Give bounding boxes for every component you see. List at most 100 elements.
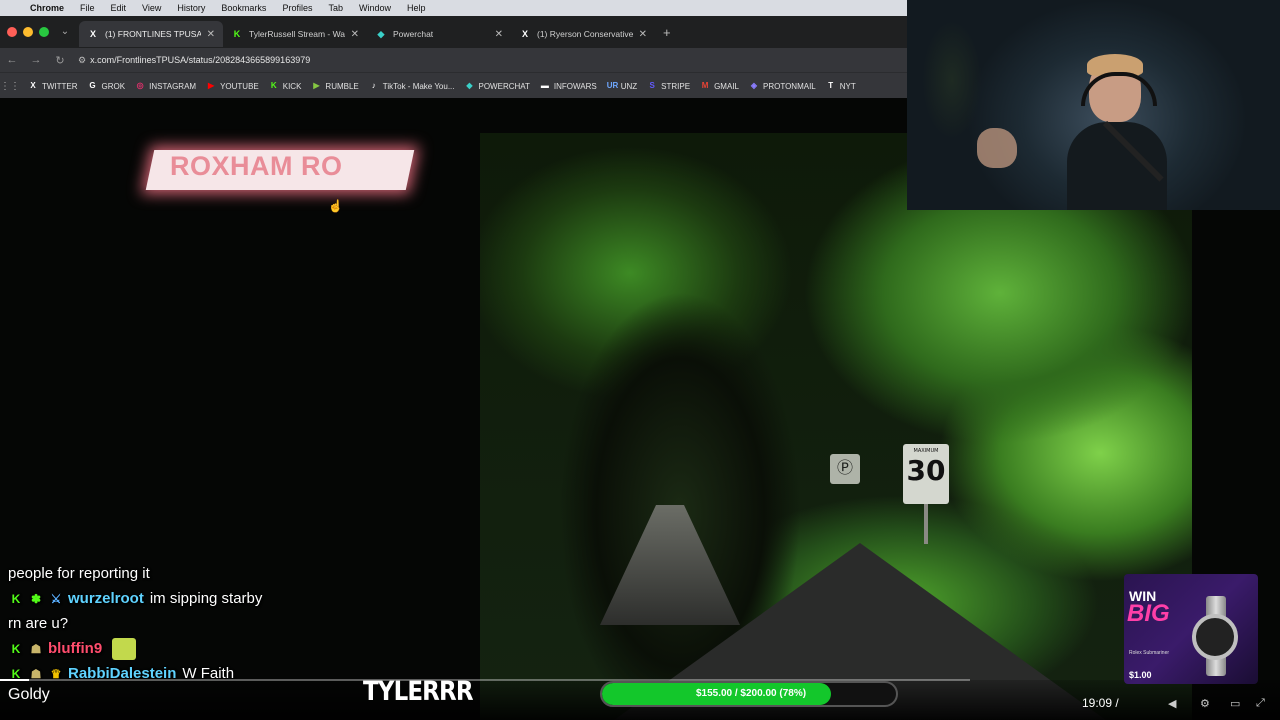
new-tab-button[interactable]: +	[663, 25, 671, 40]
bookmark-twitter[interactable]: X TWITTER	[28, 81, 78, 91]
url-field[interactable]: x.com/FrontlinesTPUSA/status/20828436658…	[90, 55, 310, 65]
chat-text: im sipping starby	[149, 590, 263, 607]
bookmark-favicon-icon: UR	[606, 81, 619, 90]
chat-message: K ☗ bluffin9	[8, 636, 262, 661]
donation-goal-text: $155.00 / $200.00 (78%)	[695, 688, 807, 699]
bookmark-favicon-icon: X	[30, 81, 36, 90]
window-controls	[0, 27, 57, 37]
tab-powerchat[interactable]: ◆ Powerchat ✕	[367, 21, 511, 47]
gift-badge-icon: ✽	[30, 591, 42, 606]
bookmark-tiktok-make-you[interactable]: ♪ TikTok - Make You...	[369, 81, 455, 91]
video-time: 19:09 /	[1082, 696, 1119, 710]
menu-edit[interactable]: Edit	[103, 3, 135, 13]
plant-shape	[922, 20, 982, 140]
bookmark-label: TikTok - Make You...	[382, 81, 455, 91]
bookmark-favicon-icon: M	[701, 81, 709, 90]
close-tab-icon[interactable]: ✕	[351, 29, 359, 40]
maximize-window-button[interactable]	[39, 27, 49, 37]
bookmark-favicon-icon: K	[270, 81, 277, 90]
frog-emote-icon	[112, 637, 137, 660]
menu-window[interactable]: Window	[351, 3, 399, 13]
bookmark-stripe[interactable]: S STRIPE	[647, 81, 691, 91]
bookmark-label: UNZ	[620, 81, 638, 91]
chat-overlay: people for reporting it K ✽ ⚔ wurzelroot…	[8, 561, 262, 686]
x-logo-icon: X	[521, 29, 528, 39]
minimize-window-button[interactable]	[23, 27, 33, 37]
bookmark-favicon-icon: G	[89, 81, 96, 90]
bookmarks-bar: ⋮⋮ X TWITTER G GROK ◎ INSTAGRAM ▶ YOUTUBE K KICK ▶…	[0, 72, 907, 99]
volume-icon[interactable]: ◀	[1168, 697, 1176, 710]
forward-arrow-icon[interactable]: →	[24, 54, 48, 66]
kick-badge-icon: K	[11, 591, 21, 606]
tab-strip: ⌄ X (1) FRONTLINES TPUSA o ✕ K TylerRuss…	[0, 16, 907, 48]
fullscreen-icon[interactable]: ⤢	[1256, 697, 1265, 710]
close-tab-icon[interactable]: ✕	[639, 29, 647, 40]
bookmark-favicon-icon: ◆	[466, 81, 473, 90]
bookmark-label: TWITTER	[42, 81, 78, 91]
kick-logo-icon: K	[233, 29, 241, 39]
tab-title: Powerchat	[393, 29, 434, 39]
ad-big-text: BIG	[1127, 600, 1170, 627]
tab-title: (1) FRONTLINES TPUSA o	[105, 29, 201, 39]
kick-badge-icon: K	[11, 641, 21, 656]
chat-username[interactable]: bluffin9	[48, 640, 102, 657]
forest-road-scene	[480, 133, 1192, 720]
chat-username[interactable]: wurzelroot	[68, 590, 144, 607]
bookmark-nyt[interactable]: T NYT	[826, 81, 855, 91]
bookmark-powerchat[interactable]: ◆ POWERCHAT	[465, 81, 529, 91]
stream-brand: TYLERRR	[363, 676, 473, 707]
menu-history[interactable]: History	[169, 3, 213, 13]
banner-text: ROXHAM RO	[170, 151, 343, 181]
bookmark-favicon-icon: S	[649, 81, 655, 90]
close-tab-icon[interactable]: ✕	[207, 29, 215, 40]
menu-help[interactable]: Help	[399, 3, 434, 13]
watch-image	[1190, 596, 1242, 676]
streamer-hand	[977, 128, 1017, 168]
tab-ryerson[interactable]: X (1) Ryerson Conservative ✕	[511, 21, 655, 47]
menu-tab[interactable]: Tab	[320, 3, 351, 13]
bookmark-gmail[interactable]: M GMAIL	[700, 81, 739, 91]
bookmark-favicon-icon: T	[828, 81, 834, 90]
menu-profiles[interactable]: Profiles	[274, 3, 320, 13]
close-tab-icon[interactable]: ✕	[495, 29, 503, 40]
bookmark-favicon-icon: ♪	[371, 81, 376, 90]
reload-icon[interactable]: ↻	[48, 54, 72, 67]
bookmark-label: PROTONMAIL	[762, 81, 816, 91]
bookmark-instagram[interactable]: ◎ INSTAGRAM	[135, 81, 196, 91]
tab-search-chevron-icon[interactable]: ⌄	[57, 24, 73, 40]
menu-view[interactable]: View	[134, 3, 169, 13]
apps-grid-icon[interactable]: ⋮⋮	[0, 81, 20, 92]
bookmark-rumble[interactable]: ▶ RUMBLE	[311, 81, 358, 91]
ad-model-text: Rolex Submariner	[1129, 650, 1170, 656]
bookmark-unz[interactable]: UR UNZ	[607, 81, 637, 91]
menu-bookmarks[interactable]: Bookmarks	[213, 3, 274, 13]
settings-gear-icon[interactable]: ⚙	[1200, 697, 1210, 710]
webcam-overlay	[907, 0, 1280, 210]
giveaway-ad[interactable]: WIN BIG Rolex Submariner $1.00	[1124, 574, 1258, 684]
bookmark-infowars[interactable]: ▬ INFOWARS	[540, 81, 597, 91]
bookmark-grok[interactable]: G GROK	[88, 81, 125, 91]
mac-menubar: Chrome File Edit View History Bookmarks …	[0, 0, 907, 16]
bookmark-kick[interactable]: K KICK	[269, 81, 302, 91]
address-bar: ← → ↻ ⚙ x.com/FrontlinesTPUSA/status/208…	[0, 48, 907, 72]
bookmark-label: STRIPE	[661, 81, 691, 91]
tab-kick-stream[interactable]: K TylerRussell Stream - Watch ✕	[223, 21, 367, 47]
donation-goal-bar: $155.00 / $200.00 (78%)	[600, 681, 898, 707]
pip-icon[interactable]: ▭	[1230, 697, 1240, 710]
bookmark-youtube[interactable]: ▶ YOUTUBE	[206, 81, 259, 91]
speed-sign-number: 30	[906, 454, 946, 487]
menu-file[interactable]: File	[72, 3, 103, 13]
bookmark-label: KICK	[282, 81, 302, 91]
chat-message: rn are u?	[8, 611, 262, 636]
site-settings-icon[interactable]: ⚙	[78, 55, 86, 66]
sword-badge-icon: ⚔	[50, 591, 62, 606]
video-progress-fill	[0, 679, 30, 681]
back-arrow-icon[interactable]: ←	[0, 54, 24, 66]
bookmark-favicon-icon: ▬	[540, 81, 549, 90]
close-window-button[interactable]	[7, 27, 17, 37]
bookmark-label: YOUTUBE	[220, 81, 259, 91]
tab-frontlines[interactable]: X (1) FRONTLINES TPUSA o ✕	[79, 21, 223, 47]
bookmark-protonmail[interactable]: ◈ PROTONMAIL	[749, 81, 816, 91]
chat-message: K ✽ ⚔ wurzelroot im sipping starby	[8, 586, 263, 611]
menu-chrome[interactable]: Chrome	[22, 3, 72, 13]
